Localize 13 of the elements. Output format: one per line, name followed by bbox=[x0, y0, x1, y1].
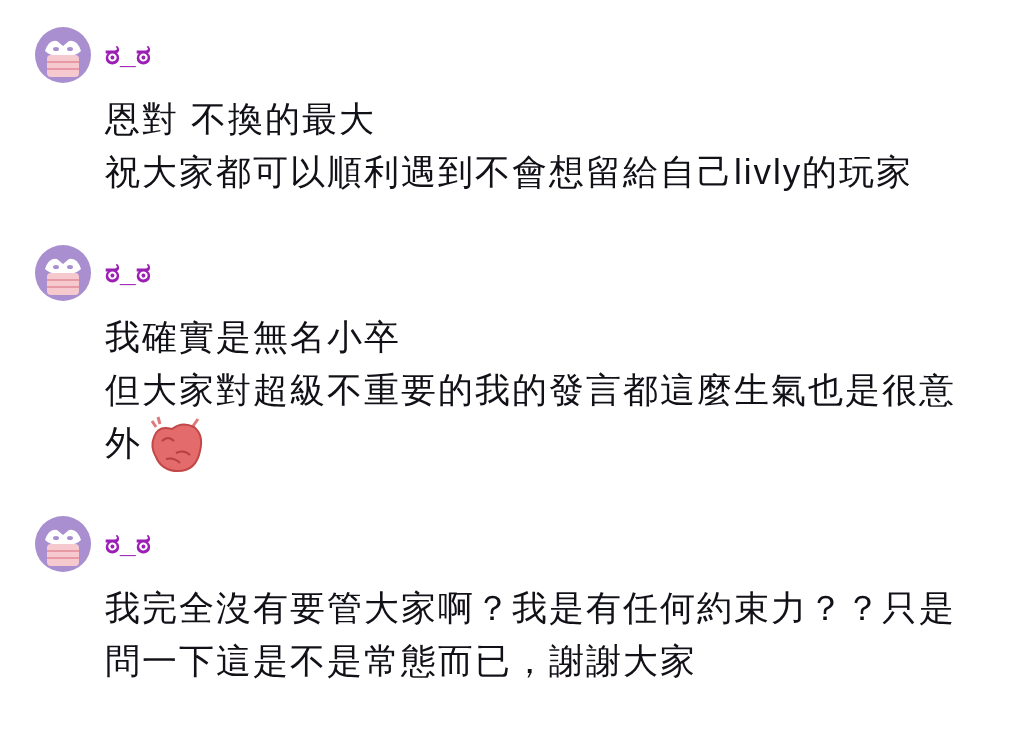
comment-text: 問一下這是不是常態而已，謝謝大家 bbox=[105, 640, 697, 683]
comment-text: 外 bbox=[105, 422, 142, 465]
avatar bbox=[35, 245, 91, 301]
avatar bbox=[35, 516, 91, 572]
comment-text: 恩對 不換的最大 bbox=[105, 98, 376, 141]
comment-text: 祝大家都可以順利遇到不會想留給自己livly的玩家 bbox=[105, 151, 914, 194]
comment-text: 但大家對超級不重要的我的發言都這麼生氣也是很意 bbox=[105, 369, 956, 412]
comment-text: 我確實是無名小卒 bbox=[105, 316, 401, 359]
username[interactable]: ಠ_ಠ bbox=[105, 34, 151, 76]
username[interactable]: ಠ_ಠ bbox=[105, 523, 151, 565]
comment-text: 我完全沒有要管大家啊？我是有任何約束力？？只是 bbox=[105, 587, 956, 630]
avatar bbox=[35, 27, 91, 83]
username[interactable]: ಠ_ಠ bbox=[105, 252, 151, 294]
